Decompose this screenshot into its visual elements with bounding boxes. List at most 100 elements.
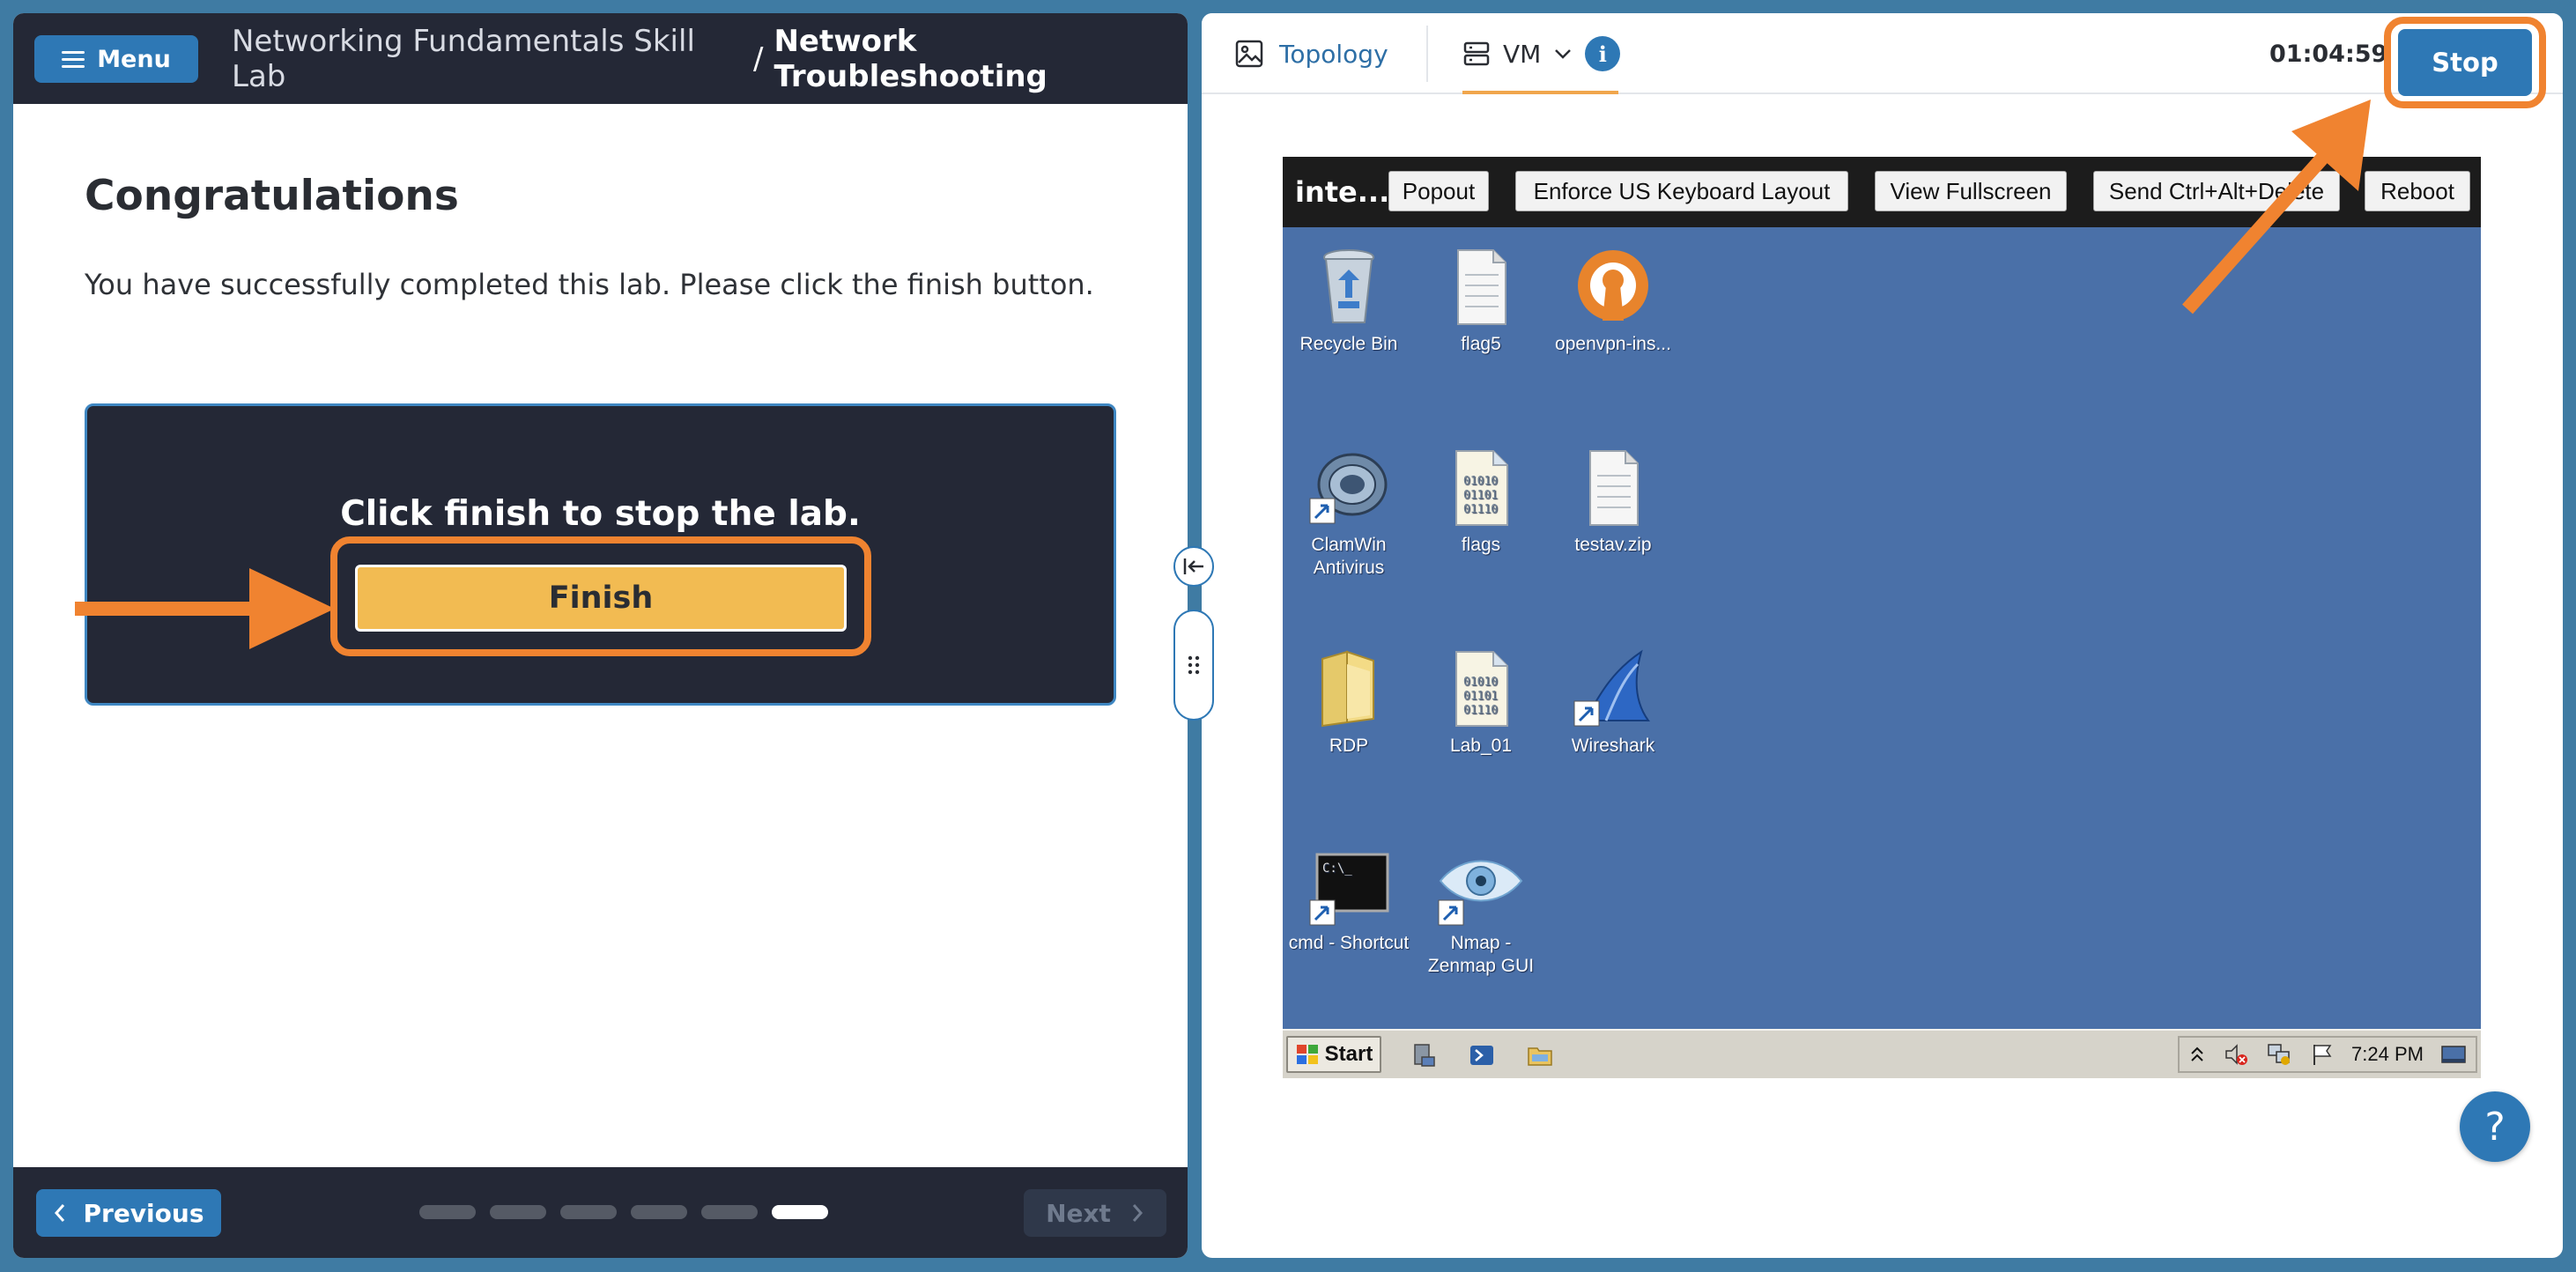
desktop-icon-label: Lab_01: [1449, 736, 1513, 756]
desktop-icon-label: openvpn-ins...: [1555, 334, 1671, 354]
arrow-right-annotation-icon: [75, 568, 335, 649]
chevron-down-icon[interactable]: [1553, 48, 1573, 60]
desktop-icon-label: ClamWin Antivirus: [1311, 535, 1387, 578]
breadcrumb-separator: /: [752, 41, 764, 77]
desktop-icon-label: cmd - Shortcut: [1288, 933, 1410, 953]
svg-text:01110: 01110: [1463, 704, 1498, 717]
panel-resize-handle[interactable]: [1173, 610, 1214, 721]
collapse-left-icon: [1183, 558, 1203, 574]
step-dot[interactable]: [631, 1205, 687, 1219]
desktop-icon-label: flags: [1461, 535, 1501, 555]
hamburger-icon: [62, 50, 85, 68]
menu-button[interactable]: Menu: [34, 35, 198, 83]
windows-logo-icon: [1296, 1045, 1318, 1064]
finish-highlight: Finish: [330, 536, 871, 656]
desktop-icon-recycle-bin[interactable]: Recycle Bin: [1283, 245, 1415, 356]
desktop-icon-openvpn[interactable]: openvpn-ins...: [1547, 245, 1679, 356]
nmap-icon: [1438, 860, 1523, 926]
step-progress: [419, 1205, 828, 1219]
desktop-icon-cmd[interactable]: C:\_ cmd - Shortcut: [1283, 849, 1415, 955]
lab-timer: 01:04:59: [2269, 40, 2388, 68]
vm-panel: Topology VM i 01:04:59 Stop inte... Popo…: [1202, 13, 2563, 1258]
lab-instructions-panel: Menu Networking Fundamentals Skill Lab /…: [13, 13, 1188, 1258]
vm-panel-header: Topology VM i 01:04:59 Stop: [1202, 13, 2563, 108]
desktop-icon-lab01[interactable]: 01010 01101 01110 Lab_01: [1415, 647, 1547, 758]
chevron-up-icon[interactable]: [2188, 1043, 2206, 1066]
desktop-icon-label: RDP: [1329, 736, 1369, 756]
svg-text:01101: 01101: [1463, 690, 1498, 703]
finish-card: Click finish to stop the lab. Finish: [85, 403, 1116, 706]
show-desktop-icon[interactable]: [2440, 1044, 2467, 1065]
tab-vm-label: VM: [1503, 39, 1542, 69]
chevron-right-icon: [1132, 1204, 1143, 1222]
desktop-icon-label: Wireshark: [1571, 736, 1655, 756]
speaker-muted-icon[interactable]: [2223, 1041, 2249, 1068]
binary-file-icon: 01010 01101 01110: [1455, 651, 1508, 727]
arrow-up-right-annotation-icon: [2182, 100, 2371, 314]
tab-vm[interactable]: VM i: [1462, 13, 1621, 94]
folder-icon: [1321, 650, 1374, 728]
openvpn-icon: [1578, 250, 1648, 321]
wireshark-icon: [1573, 649, 1650, 727]
taskbar-clock[interactable]: 7:24 PM: [2351, 1043, 2424, 1066]
reboot-button[interactable]: Reboot: [2365, 171, 2470, 211]
step-dot[interactable]: [701, 1205, 758, 1219]
finish-button[interactable]: Finish: [355, 565, 847, 632]
breadcrumb: Networking Fundamentals Skill Lab / Netw…: [232, 13, 1188, 104]
desktop-icon-rdp[interactable]: RDP: [1283, 647, 1415, 758]
enforce-keyboard-button[interactable]: Enforce US Keyboard Layout: [1515, 171, 1848, 211]
tab-topology-label: Topology: [1279, 39, 1388, 69]
svg-text:C:\_: C:\_: [1322, 862, 1352, 876]
stop-highlight: Stop: [2384, 17, 2546, 108]
desktop-icon-clamwin[interactable]: ClamWin Antivirus: [1283, 446, 1415, 580]
lab-header: Menu Networking Fundamentals Skill Lab /…: [13, 13, 1188, 104]
step-dot[interactable]: [490, 1205, 546, 1219]
server-manager-icon[interactable]: [1410, 1041, 1438, 1069]
lab-content: Congratulations You have successfully co…: [85, 172, 1133, 301]
breadcrumb-course: Networking Fundamentals Skill Lab: [232, 23, 695, 94]
tab-topology[interactable]: Topology: [1235, 13, 1388, 94]
step-dot[interactable]: [560, 1205, 617, 1219]
finish-heading: Click finish to stop the lab.: [340, 494, 861, 534]
collapse-panel-button[interactable]: [1173, 546, 1214, 587]
network-icon[interactable]: [2266, 1041, 2292, 1068]
stop-button[interactable]: Stop: [2398, 29, 2532, 96]
clamwin-icon: [1309, 453, 1388, 524]
view-fullscreen-button[interactable]: View Fullscreen: [1875, 171, 2067, 211]
svg-text:01010: 01010: [1463, 475, 1498, 488]
chevron-left-icon: [55, 1204, 65, 1222]
powershell-icon[interactable]: [1468, 1041, 1496, 1069]
system-tray: 7:24 PM: [2178, 1036, 2477, 1073]
start-button[interactable]: Start: [1286, 1036, 1381, 1073]
binary-file-icon: 01010 01101 01110: [1455, 450, 1508, 526]
action-center-flag-icon[interactable]: [2310, 1042, 2335, 1067]
previous-label: Previous: [83, 1198, 204, 1228]
help-button[interactable]: ?: [2460, 1091, 2530, 1162]
desktop-icon-wireshark[interactable]: Wireshark: [1547, 647, 1679, 758]
step-dot[interactable]: [419, 1205, 476, 1219]
next-button[interactable]: Next: [1024, 1189, 1166, 1237]
desktop-icon-label: Recycle Bin: [1299, 334, 1398, 354]
file-explorer-icon[interactable]: [1526, 1041, 1554, 1069]
svg-text:01101: 01101: [1463, 489, 1498, 502]
cmd-icon: C:\_: [1309, 853, 1389, 926]
info-icon[interactable]: i: [1585, 36, 1621, 71]
desktop-icon-testav[interactable]: testav.zip: [1547, 446, 1679, 557]
desktop-icon-flag5[interactable]: flag5: [1415, 245, 1547, 356]
recycle-bin-icon: [1323, 249, 1374, 323]
desktop-icon-label: testav.zip: [1574, 535, 1652, 555]
step-dot-current[interactable]: [772, 1205, 828, 1219]
desktop-icon-nmap[interactable]: Nmap - Zenmap GUI: [1415, 849, 1547, 978]
text-file-icon: [1457, 249, 1506, 325]
page-text: You have successfully completed this lab…: [85, 268, 1094, 301]
desktop-icon-label: flag5: [1461, 334, 1501, 354]
menu-label: Menu: [97, 45, 171, 73]
breadcrumb-lab: Network Troubleshooting: [774, 23, 1047, 94]
popout-button[interactable]: Popout: [1388, 171, 1489, 211]
desktop-icon-flags[interactable]: 01010 01101 01110 flags: [1415, 446, 1547, 557]
svg-text:01010: 01010: [1463, 676, 1498, 689]
previous-button[interactable]: Previous: [36, 1189, 221, 1237]
active-tab-indicator: [1462, 91, 1618, 94]
image-icon: [1235, 40, 1263, 68]
vm-taskbar: Start 7:24 PM: [1283, 1029, 2481, 1078]
